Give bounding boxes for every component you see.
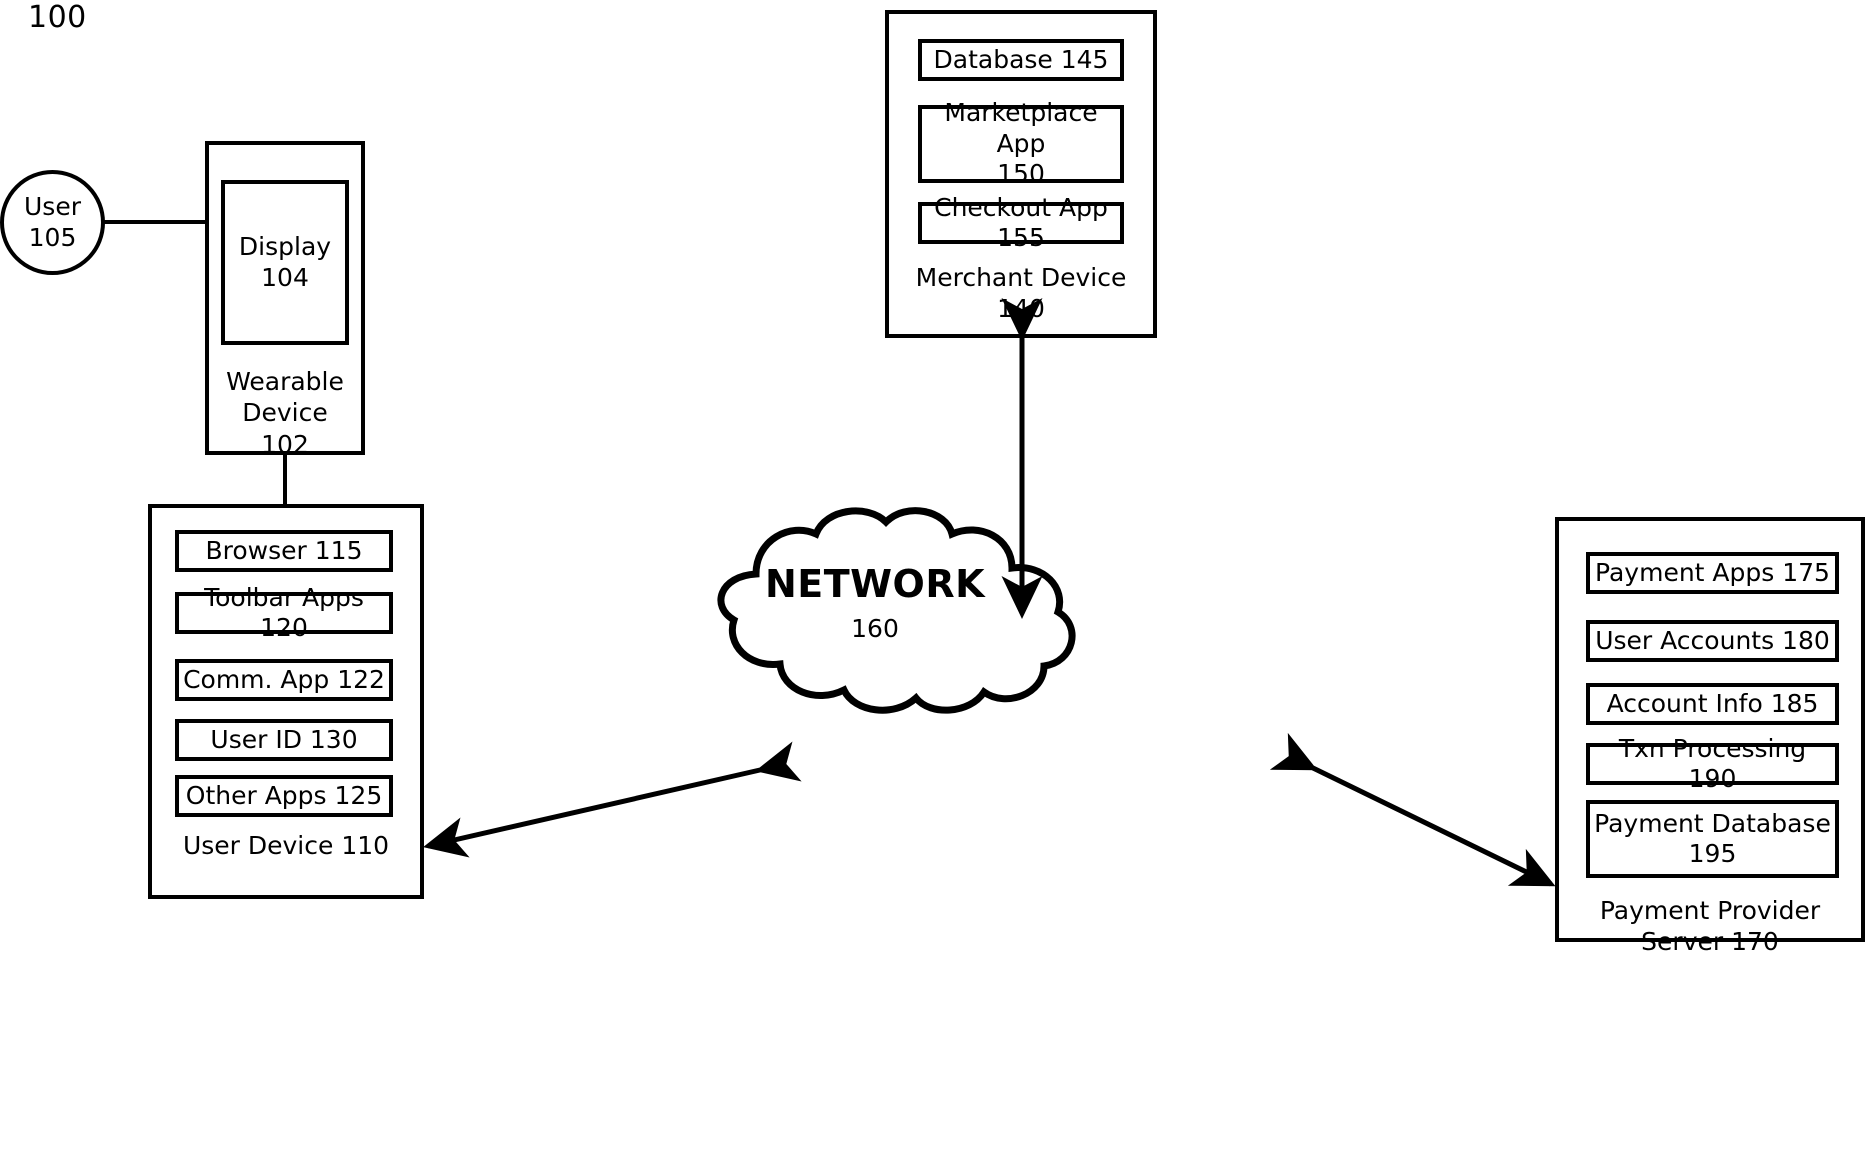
arrow-network-payment-server (1269, 732, 1556, 887)
connector-user-to-wearable (103, 220, 209, 224)
figure-number: 100 (28, 0, 87, 35)
payment-server-component-payment-apps: Payment Apps 175 (1586, 552, 1839, 594)
network-cloud-shape (717, 507, 1076, 714)
user-device-component-toolbar-apps: Toolbar Apps 120 (175, 583, 393, 642)
merchant-device-component-checkout-app: Checkout App 155 (918, 193, 1124, 252)
user-device-component-user-id: User ID 130 (175, 719, 393, 761)
user-device-caption: User Device 110 (182, 831, 390, 860)
connector-wearable-to-user-device (283, 453, 287, 505)
payment-server-component-payment-database: Payment Database 195 (1586, 800, 1839, 878)
payment-server-component-account-info: Account Info 185 (1586, 683, 1839, 725)
user-label: User (24, 192, 81, 221)
user-device-component-comm-app: Comm. App 122 (175, 659, 393, 701)
merchant-device-component-marketplace-app: Marketplace App 150 (918, 98, 1124, 188)
payment-server-component-txn-processing: Txn Processing 190 (1586, 734, 1839, 793)
merchant-device-caption: Merchant Device 140 (915, 263, 1127, 324)
user-node: User 105 (0, 170, 105, 275)
wearable-device-caption: Wearable Device 102 (226, 367, 344, 459)
payment-provider-server-caption: Payment Provider Server 170 (1599, 896, 1821, 957)
patent-figure-canvas: 100 User 105 Display 104 Wearable Device… (0, 0, 1875, 1152)
arrow-user-device-network (423, 741, 802, 858)
user-device-component-browser: Browser 115 (175, 530, 393, 572)
display-box: Display 104 (221, 180, 349, 345)
user-number: 105 (28, 222, 77, 252)
network-cloud: NETWORK 160 (630, 500, 1120, 720)
merchant-device-component-database: Database 145 (918, 39, 1124, 81)
payment-server-component-user-accounts: User Accounts 180 (1586, 620, 1839, 662)
network-label: NETWORK (764, 562, 986, 606)
network-number: 160 (851, 614, 899, 643)
user-device-component-other-apps: Other Apps 125 (175, 775, 393, 817)
